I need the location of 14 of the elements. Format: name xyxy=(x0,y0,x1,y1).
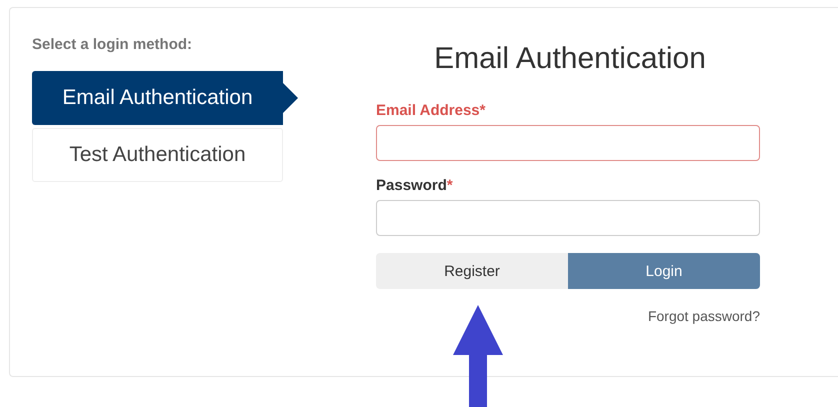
form-title: Email Authentication xyxy=(433,42,707,76)
required-mark: * xyxy=(446,177,453,194)
input-field[interactable] xyxy=(376,125,760,161)
forgot-password-link[interactable]: Forgot password? xyxy=(648,308,760,324)
pointer-arrow-icon xyxy=(453,305,503,407)
field-label: Password xyxy=(376,177,447,194)
login-method-tab[interactable]: Test Authentication xyxy=(32,128,283,182)
required-mark: * xyxy=(480,102,486,119)
prompt-label: Select a login method: xyxy=(32,36,194,53)
login-method-tab[interactable]: Email Authentication xyxy=(32,71,298,125)
login-button[interactable]: Login xyxy=(568,253,760,289)
field-label: Email Address xyxy=(376,102,480,119)
input-field[interactable] xyxy=(376,200,760,236)
register-button[interactable]: Register xyxy=(376,253,568,289)
